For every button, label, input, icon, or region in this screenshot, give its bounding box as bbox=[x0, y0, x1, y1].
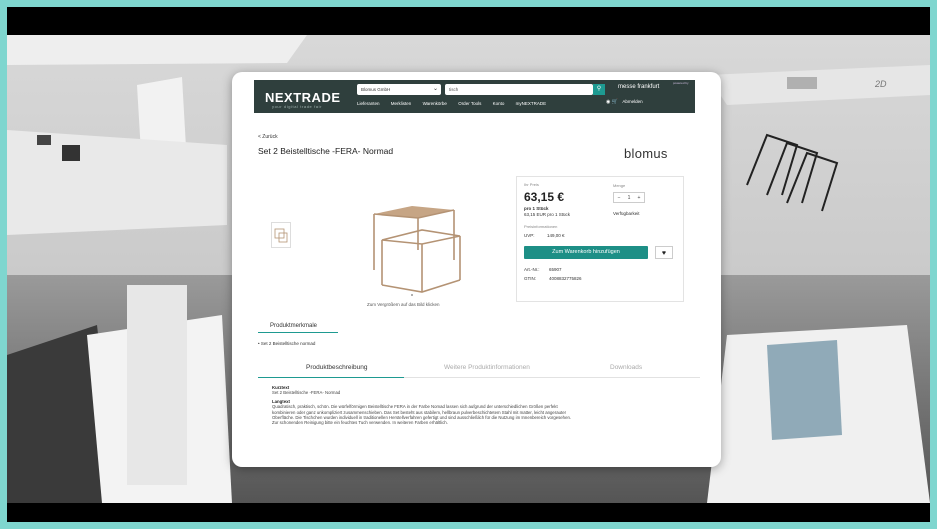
tab-weitere-produktinformationen[interactable]: Weitere Produktinformationen bbox=[444, 364, 530, 371]
quantity-value: 1 bbox=[627, 194, 631, 201]
uvp-label: UVP: bbox=[524, 233, 535, 238]
nav-item-merklisten[interactable]: Merklisten bbox=[391, 101, 412, 106]
features-underline bbox=[258, 332, 338, 333]
zoom-hint: Zum Vergrößern auf das Bild klicken bbox=[367, 302, 440, 307]
main-nav: Lieferanten Merklisten Warenkörbe Order … bbox=[357, 101, 556, 106]
nav-item-mynextrade[interactable]: myNEXTRADE bbox=[516, 101, 547, 106]
plus-icon[interactable]: + bbox=[638, 195, 641, 201]
minus-icon[interactable]: − bbox=[618, 195, 621, 201]
features-title[interactable]: Produktmerkmale bbox=[270, 323, 317, 329]
price-unit: pro 1 Stück bbox=[524, 206, 549, 211]
uvp-value: 149,00 € bbox=[547, 233, 565, 238]
buy-box: Ihr Preis 63,15 € pro 1 Stück 63,15 EUR … bbox=[516, 176, 684, 302]
product-image[interactable] bbox=[362, 200, 467, 295]
globe-icon[interactable]: ◉ bbox=[606, 99, 610, 105]
search-icon[interactable]: ⚲ bbox=[593, 84, 605, 95]
quantity-stepper[interactable]: − 1 + bbox=[613, 192, 645, 203]
search-input[interactable]: tisch bbox=[445, 84, 593, 95]
logo-tagline: your digital trade fair bbox=[272, 104, 323, 109]
chevron-down-icon: ⌄ bbox=[432, 86, 438, 92]
shop-header: NEXTRADE your digital trade fair Blomus … bbox=[254, 80, 695, 113]
product-page-panel: NEXTRADE your digital trade fair Blomus … bbox=[232, 72, 721, 467]
unit-price: 63,15 EUR pro 1 Stück bbox=[524, 212, 571, 217]
price-value: 63,15 € bbox=[524, 190, 565, 204]
nav-item-warenkoerbe[interactable]: Warenkörbe bbox=[423, 101, 447, 106]
product-thumbnail[interactable] bbox=[271, 222, 291, 248]
nav-item-lieferanten[interactable]: Lieferanten bbox=[357, 101, 380, 106]
exhibitor-select-value: Blomus GmbH bbox=[361, 87, 391, 92]
price-label: Ihr Preis bbox=[524, 182, 539, 187]
article-number-value: 65907 bbox=[549, 267, 562, 272]
availability-label: Verfügbarkeit bbox=[613, 211, 640, 216]
nav-item-konto[interactable]: Konto bbox=[493, 101, 505, 106]
product-title: Set 2 Beistelltische -FERA- Normad bbox=[258, 146, 394, 156]
brand-logo[interactable]: blomus bbox=[624, 146, 668, 161]
window-frame: 2D NEXTRADE your digital trade fair Blom… bbox=[7, 7, 930, 522]
article-number-label: Art.-Nr.: bbox=[524, 267, 540, 272]
tab-downloads[interactable]: Downloads bbox=[610, 364, 642, 371]
powered-by-label: powered by bbox=[673, 81, 689, 85]
tab-produktbeschreibung[interactable]: Produktbeschreibung bbox=[306, 364, 367, 371]
nextrade-logo[interactable]: NEXTRADE bbox=[265, 90, 341, 105]
gtin-label: GTIN: bbox=[524, 276, 536, 281]
wishlist-heart-icon[interactable]: ♥ bbox=[655, 246, 673, 259]
exhibitor-select[interactable]: Blomus GmbH ⌄ bbox=[357, 84, 441, 95]
logout-link[interactable]: Abmelden bbox=[622, 99, 642, 104]
long-text: Quadratisch, praktisch, schön. Die würfe… bbox=[272, 404, 572, 426]
nav-item-order-tools[interactable]: Order Tools bbox=[458, 101, 481, 106]
header-actions: ◉ 🛒 Abmelden bbox=[606, 99, 643, 105]
feature-item: • Set 2 Beistelltische normad bbox=[258, 341, 316, 346]
short-text: Set 2 Beistelltische -FERA- Normad bbox=[272, 390, 341, 396]
retail-price-label: Preisinformationen bbox=[524, 224, 558, 229]
add-to-cart-button[interactable]: Zum Warenkorb hinzufügen bbox=[524, 246, 648, 259]
back-link[interactable]: < Zurück bbox=[258, 134, 278, 140]
gtin-value: 4008832775826 bbox=[549, 276, 582, 281]
product-description: Kurztext Set 2 Beistelltische -FERA- Nor… bbox=[272, 385, 572, 426]
quantity-label: Menge bbox=[613, 183, 626, 188]
active-tab-indicator bbox=[258, 376, 404, 378]
cart-icon[interactable]: 🛒 bbox=[612, 99, 618, 105]
messe-frankfurt-logo[interactable]: messe frankfurt powered by bbox=[618, 81, 689, 90]
partner-logo-text: messe frankfurt bbox=[618, 84, 660, 90]
feature-item-text: Set 2 Beistelltische normad bbox=[260, 341, 316, 346]
detail-tabs: Produktbeschreibung Weitere Produktinfor… bbox=[258, 361, 700, 378]
image-pagination-dot[interactable] bbox=[411, 294, 413, 296]
wall-label-2d: 2D bbox=[874, 79, 887, 89]
